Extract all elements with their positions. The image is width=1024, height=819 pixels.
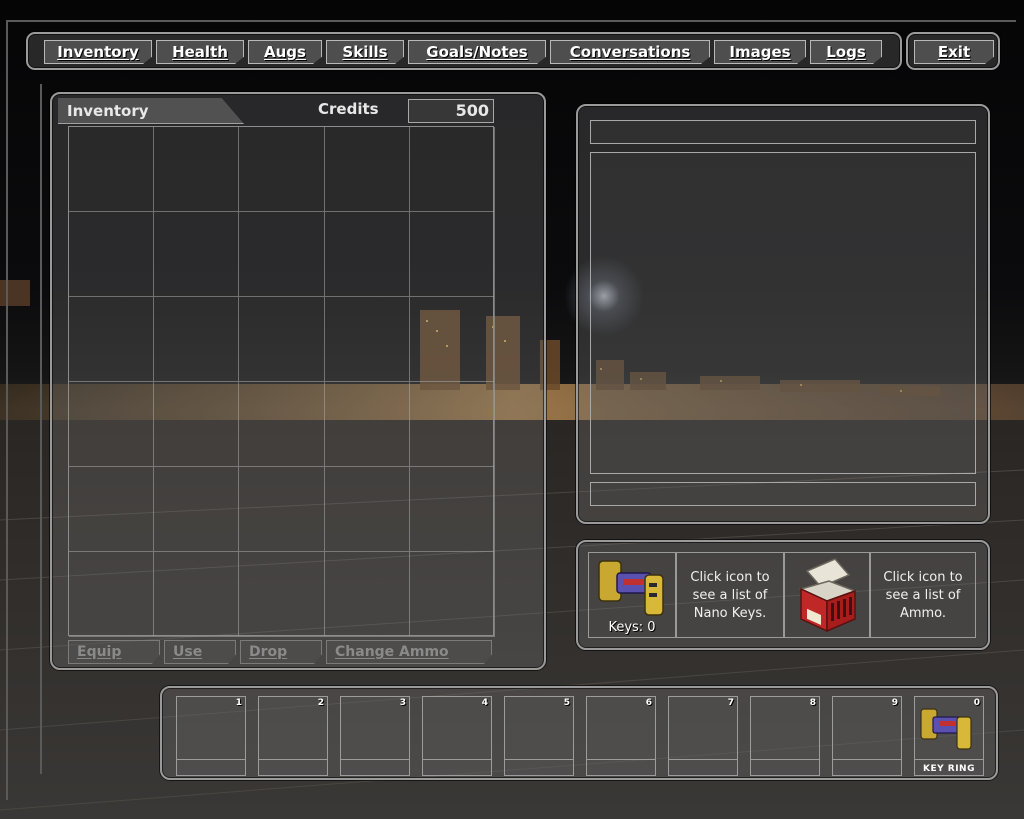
tab-inventory[interactable]: Inventory: [44, 40, 152, 64]
inventory-cell[interactable]: [324, 382, 410, 467]
belt-slot-8[interactable]: 8: [750, 696, 820, 776]
inventory-cell[interactable]: [239, 552, 325, 637]
inventory-cell[interactable]: [154, 212, 240, 297]
inventory-cell[interactable]: [409, 127, 495, 212]
top-nav-bar: Inventory Health Augs Skills Goals/Notes…: [26, 32, 902, 70]
inventory-cell[interactable]: [69, 127, 155, 212]
inventory-cell[interactable]: [409, 467, 495, 552]
inventory-cell[interactable]: [154, 467, 240, 552]
inventory-cell[interactable]: [154, 552, 240, 637]
exit-button[interactable]: Exit: [914, 40, 994, 64]
inventory-cell[interactable]: [239, 127, 325, 212]
inventory-cell[interactable]: [324, 127, 410, 212]
inventory-cell[interactable]: [409, 297, 495, 382]
tab-skills[interactable]: Skills: [326, 40, 404, 64]
belt-slot-2[interactable]: 2: [258, 696, 328, 776]
item-info-panel: [576, 104, 990, 524]
nano-keys-hint: Click icon to see a list of Nano Keys.: [676, 552, 784, 638]
belt-slot-6[interactable]: 6: [586, 696, 656, 776]
slot-number: 9: [891, 698, 898, 708]
inventory-cell[interactable]: [69, 212, 155, 297]
ammo-crate-icon: [798, 558, 858, 633]
inventory-cell[interactable]: [69, 382, 155, 467]
inventory-cell[interactable]: [324, 552, 410, 637]
ammo-button[interactable]: [784, 552, 870, 638]
inventory-cell[interactable]: [239, 382, 325, 467]
equip-button[interactable]: Equip: [68, 640, 160, 664]
slot-number: 7: [727, 698, 734, 708]
tab-conversations[interactable]: Conversations: [550, 40, 710, 64]
frame-line: [40, 84, 42, 774]
keys-count: Keys: 0: [608, 620, 656, 635]
inventory-cell[interactable]: [154, 382, 240, 467]
inventory-cell[interactable]: [239, 212, 325, 297]
inventory-cell[interactable]: [409, 212, 495, 297]
belt-slot-key-ring[interactable]: 0 KEY RING: [914, 696, 984, 776]
slot-number: 8: [809, 698, 816, 708]
slot-number: 6: [645, 698, 652, 708]
inventory-grid: [68, 126, 495, 637]
tab-health[interactable]: Health: [156, 40, 244, 64]
inventory-cell[interactable]: [69, 552, 155, 637]
belt-slot-1[interactable]: 1: [176, 696, 246, 776]
item-title-field: [590, 120, 976, 144]
inventory-cell[interactable]: [69, 297, 155, 382]
keys-ammo-panel: Keys: 0 Click icon to see a list of Nano…: [576, 540, 990, 650]
use-button[interactable]: Use: [164, 640, 236, 664]
slot-number: 2: [317, 698, 324, 708]
nano-keyring-icon: [598, 560, 664, 616]
slot-number: 4: [481, 698, 488, 708]
inventory-cell[interactable]: [324, 297, 410, 382]
slot-number: 3: [399, 698, 406, 708]
tab-goals-notes[interactable]: Goals/Notes: [408, 40, 546, 64]
belt-slot-9[interactable]: 9: [832, 696, 902, 776]
belt-slot-3[interactable]: 3: [340, 696, 410, 776]
belt-slot-7[interactable]: 7: [668, 696, 738, 776]
nano-keys-button[interactable]: Keys: 0: [588, 552, 676, 638]
slot-number: 5: [563, 698, 570, 708]
tab-augs[interactable]: Augs: [248, 40, 322, 64]
frame-line: [6, 20, 1016, 22]
credits-value: 500: [408, 99, 494, 123]
inventory-title: Inventory: [58, 98, 244, 124]
inventory-cell[interactable]: [239, 297, 325, 382]
item-description-area: [590, 152, 976, 474]
inventory-cell[interactable]: [154, 127, 240, 212]
drop-button[interactable]: Drop: [240, 640, 322, 664]
change-ammo-button[interactable]: Change Ammo: [326, 640, 492, 664]
inventory-cell[interactable]: [409, 382, 495, 467]
slot-number: 1: [235, 698, 242, 708]
ammo-hint: Click icon to see a list of Ammo.: [870, 552, 976, 638]
belt-slot-4[interactable]: 4: [422, 696, 492, 776]
item-footer-field: [590, 482, 976, 506]
inventory-cell[interactable]: [154, 297, 240, 382]
inventory-panel: Inventory Credits 500 Equip Use Drop Cha…: [50, 92, 546, 670]
belt-panel: 1 2 3 4 5 6 7 8 9 0 KEY RING: [160, 686, 998, 780]
inventory-cell[interactable]: [324, 212, 410, 297]
inventory-cell[interactable]: [324, 467, 410, 552]
exit-box: Exit: [906, 32, 1000, 70]
frame-line: [6, 20, 8, 800]
tab-images[interactable]: Images: [714, 40, 806, 64]
key-ring-label: KEY RING: [923, 764, 975, 774]
slot-number: 0: [973, 698, 980, 708]
inventory-cell[interactable]: [239, 467, 325, 552]
inventory-cell[interactable]: [409, 552, 495, 637]
belt-slot-5[interactable]: 5: [504, 696, 574, 776]
credits-label: Credits: [318, 100, 379, 118]
inventory-cell[interactable]: [69, 467, 155, 552]
tab-logs[interactable]: Logs: [810, 40, 882, 64]
